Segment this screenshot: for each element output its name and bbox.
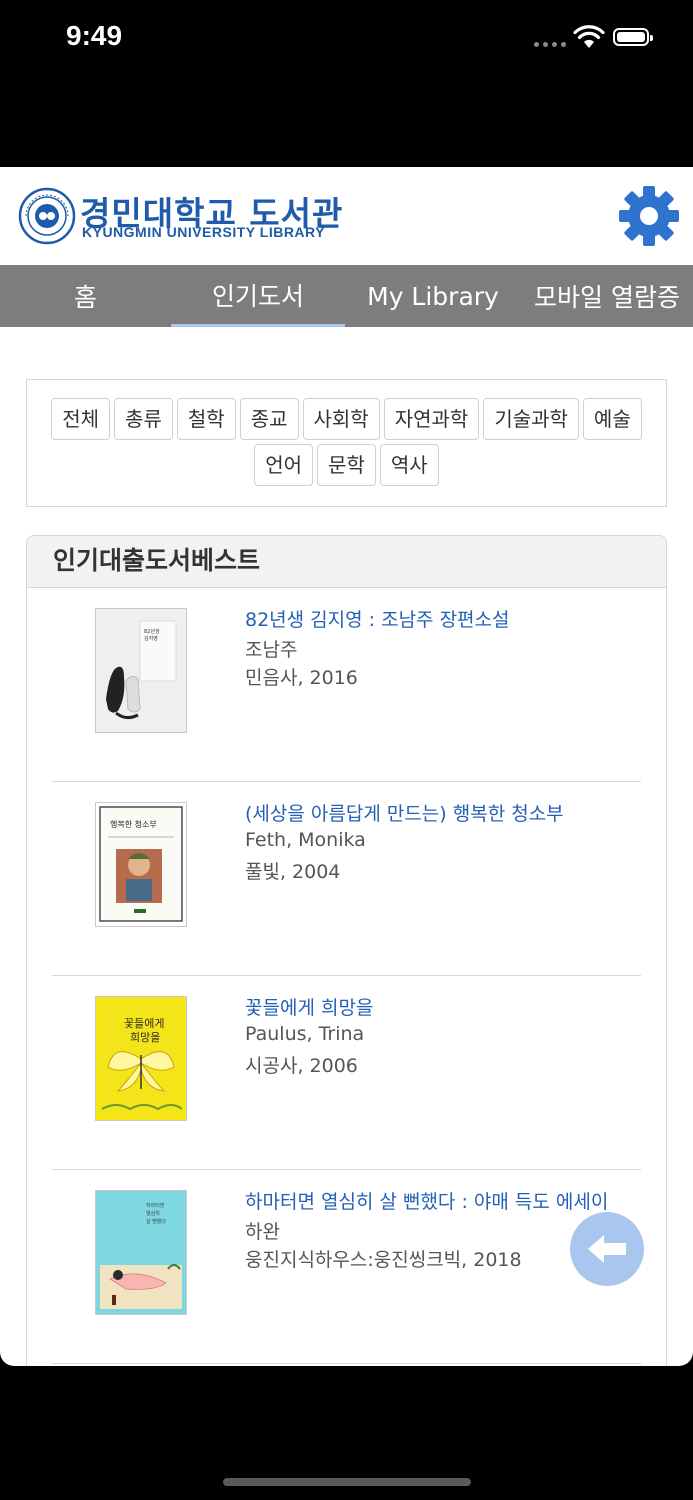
tab-my-library[interactable]: My Library xyxy=(345,265,521,327)
svg-text:열심히: 열심히 xyxy=(146,1210,160,1217)
status-bar: 9:49 xyxy=(0,0,693,167)
book-title-link[interactable]: 82년생 김지영 : 조남주 장편소설 xyxy=(245,605,510,632)
filter-chip-arts[interactable]: 예술 xyxy=(582,398,642,440)
book-title-link[interactable]: 꽃들에게 희망을 xyxy=(245,993,373,1020)
panel-title: 인기대출도서베스트 xyxy=(27,536,666,588)
book-cover-image[interactable]: 82년생 김지영 xyxy=(95,608,187,733)
wifi-icon xyxy=(573,25,605,48)
arrow-left-icon xyxy=(588,1235,626,1263)
book-title-link[interactable]: (세상을 아름답게 만드는) 행복한 청소부 xyxy=(245,799,564,826)
filter-chip-social-science[interactable]: 사회학 xyxy=(302,398,380,440)
list-item: 꽃들에게 희망을 꽃들에게 희망을 Paulus, Trina 시공사, 200… xyxy=(52,976,641,1170)
book-author: Paulus, Trina xyxy=(245,1023,365,1045)
gear-icon[interactable] xyxy=(618,185,680,247)
library-logo-subtitle: KYUNGMIN UNIVERSITY LIBRARY xyxy=(82,224,325,240)
tab-popular-books[interactable]: 인기도서 xyxy=(171,265,345,327)
book-cover-image[interactable]: 행복한 청소부 xyxy=(95,802,187,927)
cellular-signal-icon xyxy=(534,42,566,48)
book-cover-image[interactable]: 꽃들에게 희망을 xyxy=(95,996,187,1121)
filter-chip-all[interactable]: 전체 xyxy=(51,398,111,440)
filter-chip-philosophy[interactable]: 철학 xyxy=(176,398,236,440)
svg-text:꽃들에게: 꽃들에게 xyxy=(124,1017,164,1030)
filter-chip-natural-science[interactable]: 자연과학 xyxy=(383,398,480,440)
book-cover-image[interactable]: 하마터면 열심히 살 뻔했다 xyxy=(95,1190,187,1315)
svg-text:살 뻔했다: 살 뻔했다 xyxy=(146,1218,166,1225)
book-title-link[interactable]: 하마터면 열심히 살 뻔했다 : 야매 득도 에세이 xyxy=(245,1187,608,1214)
list-item: 하마터면 열심히 살 뻔했다 하마터면 열심히 살 뻔했다 : 야매 득도 에세… xyxy=(52,1170,641,1364)
book-publisher: 풀빛, 2004 xyxy=(245,861,341,883)
header: 경민대학교 도서관 KYUNGMIN UNIVERSITY LIBRARY xyxy=(0,167,693,265)
status-time: 9:49 xyxy=(66,20,123,51)
book-publisher: 웅진지식하우스:웅진씽크빅, 2018 xyxy=(245,1249,522,1271)
filter-chip-technology[interactable]: 기술과학 xyxy=(483,398,579,440)
svg-text:김지영: 김지영 xyxy=(144,635,158,642)
svg-text:희망을: 희망을 xyxy=(130,1031,160,1044)
university-emblem-icon xyxy=(18,187,76,245)
list-item: 82년생 김지영 82년생 김지영 : 조남주 장편소설 조남주 민음사, 20… xyxy=(52,588,641,782)
book-author: 하완 xyxy=(245,1221,280,1243)
app-screen: 경민대학교 도서관 KYUNGMIN UNIVERSITY LIBRARY 홈 … xyxy=(0,167,693,1366)
list-item: 행복한 청소부 (세상을 아름답게 만드는) 행복한 청소부 Feth, Mon… xyxy=(52,782,641,976)
filter-chip-language[interactable]: 언어 xyxy=(254,444,314,486)
book-publisher: 시공사, 2006 xyxy=(245,1055,358,1077)
filter-chip-general[interactable]: 총류 xyxy=(114,398,173,440)
back-button[interactable] xyxy=(570,1212,644,1286)
tab-mobile-card[interactable]: 모바일 열람증 xyxy=(521,265,693,327)
battery-icon xyxy=(613,28,653,46)
svg-text:하마터면: 하마터면 xyxy=(146,1202,165,1209)
svg-text:행복한 청소부: 행복한 청소부 xyxy=(110,819,157,829)
book-author: 조남주 xyxy=(245,639,298,661)
home-indicator[interactable] xyxy=(223,1478,471,1486)
category-filter: 전체 총류 철학 종교 사회학 자연과학 기술과학 예술 언어 문학 역사 xyxy=(26,379,667,507)
tab-home[interactable]: 홈 xyxy=(0,265,171,327)
filter-chip-history[interactable]: 역사 xyxy=(379,444,439,486)
book-author: Feth, Monika xyxy=(245,829,366,851)
filter-chip-literature[interactable]: 문학 xyxy=(317,444,376,486)
filter-chip-religion[interactable]: 종교 xyxy=(239,398,299,440)
main-nav: 홈 인기도서 My Library 모바일 열람증 xyxy=(0,265,693,327)
book-publisher: 민음사, 2016 xyxy=(245,667,358,689)
svg-text:82년생: 82년생 xyxy=(144,628,160,635)
